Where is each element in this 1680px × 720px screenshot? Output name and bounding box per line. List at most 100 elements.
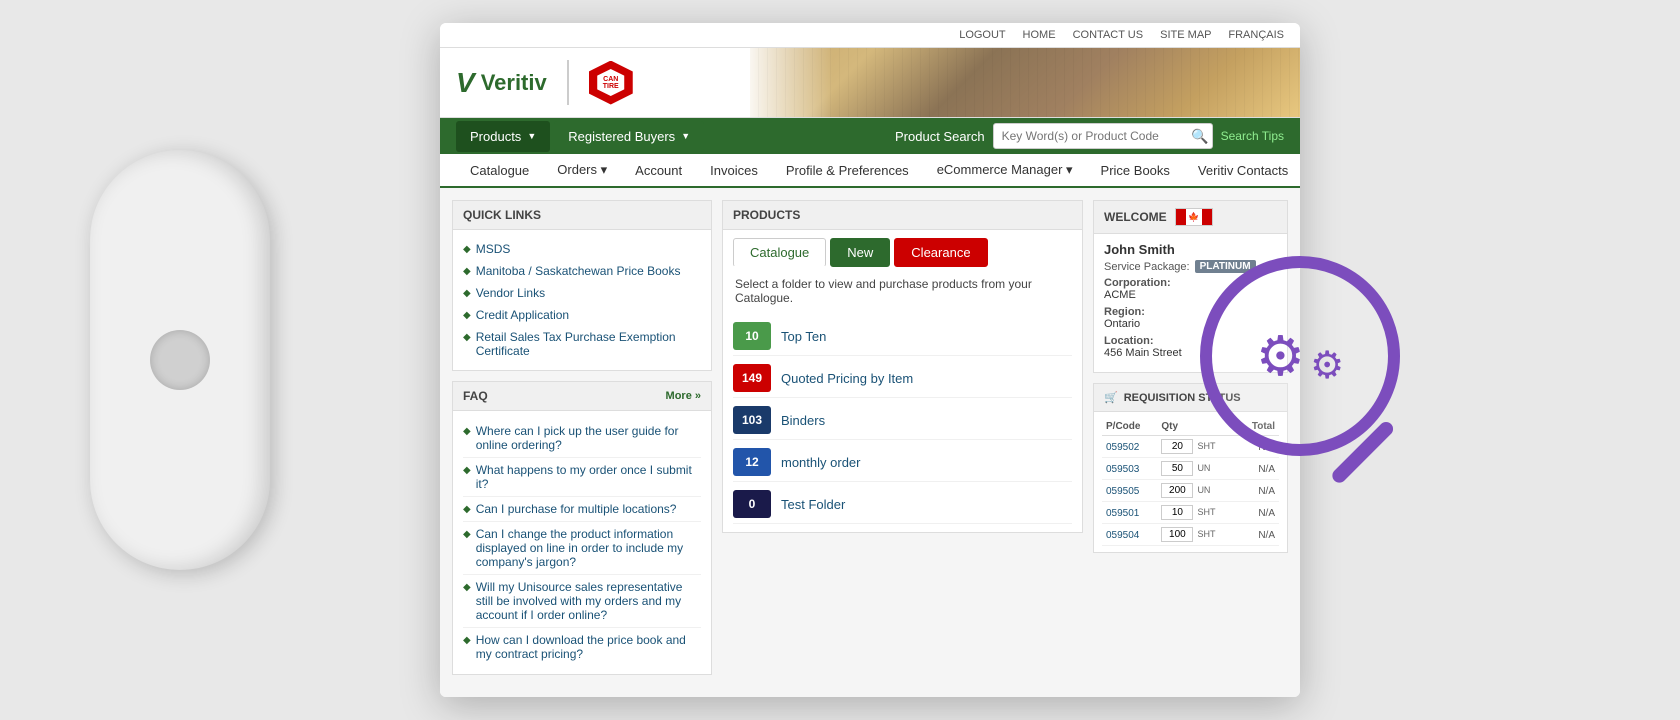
quick-link-credit-text[interactable]: Credit Application [476,308,569,322]
faq-item-3-text[interactable]: Can I purchase for multiple locations? [476,502,677,516]
folder-name-monthly[interactable]: monthly order [781,455,860,470]
qty-input-4[interactable] [1161,527,1193,542]
paper-roll-decoration [90,150,270,570]
unit-label-4: SHT [1197,529,1215,539]
canada-flag-icon: 🍁 [1175,208,1213,226]
canadian-tire-logo: CANTIRE [589,61,633,105]
products-description: Select a folder to view and purchase pro… [733,277,1072,305]
search-input[interactable] [993,123,1213,149]
francais-link[interactable]: FRANÇAIS [1228,29,1284,41]
pcode-link-2[interactable]: 059505 [1106,486,1139,497]
faq-more-link[interactable]: More » [666,390,701,402]
products-body: Catalogue New Clearance Select a folder … [723,230,1082,532]
faq-header: FAQ More » [453,382,711,411]
table-row: 059504 SHT N/A [1102,524,1279,546]
nav-orders[interactable]: Orders ▾ [543,154,621,186]
faq-item-5[interactable]: ◆ Will my Unisource sales representative… [463,575,701,628]
quick-links-box: QUICK LINKS ◆ MSDS ◆ Manitoba / Saskatch… [452,200,712,371]
nav-profile-preferences[interactable]: Profile & Preferences [772,155,923,186]
veritiv-logo[interactable]: V Veritiv [456,67,547,99]
nav-account[interactable]: Account [621,155,696,186]
pcode-link-3[interactable]: 059501 [1106,508,1139,519]
user-name: John Smith [1104,242,1277,257]
tab-catalogue[interactable]: Catalogue [733,238,826,267]
nav-price-books[interactable]: Price Books [1087,155,1184,186]
pcode-link-0[interactable]: 059502 [1106,442,1139,453]
site-header: V Veritiv CANTIRE [440,48,1300,118]
site-map-link[interactable]: SITE MAP [1160,29,1211,41]
tab-new[interactable]: New [830,238,890,267]
quick-link-retail-tax[interactable]: ◆ Retail Sales Tax Purchase Exemption Ce… [463,326,701,362]
total-4: N/A [1258,530,1275,541]
pcode-link-4[interactable]: 059504 [1106,530,1139,541]
search-label: Product Search [895,129,985,144]
col-pcode: P/Code [1102,418,1157,436]
nav-invoices[interactable]: Invoices [696,155,772,186]
content-area: QUICK LINKS ◆ MSDS ◆ Manitoba / Saskatch… [440,188,1300,697]
faq-body: ◆ Where can I pick up the user guide for… [453,411,711,674]
faq-item-3[interactable]: ◆ Can I purchase for multiple locations? [463,497,701,522]
folder-quoted-pricing[interactable]: 149 Quoted Pricing by Item [733,359,1072,398]
faq-item-6[interactable]: ◆ How can I download the price book and … [463,628,701,666]
bullet-icon: ◆ [463,582,471,593]
folder-badge-quoted: 149 [733,364,771,392]
search-tips-link[interactable]: Search Tips [1221,129,1284,143]
tab-clearance[interactable]: Clearance [894,238,987,267]
products-header: PRODUCTS [723,201,1082,230]
faq-item-4-text[interactable]: Can I change the product information dis… [476,527,701,569]
logout-link[interactable]: LOGOUT [959,29,1005,41]
nav-veritiv-contacts[interactable]: Veritiv Contacts [1184,155,1300,186]
service-label: Service Package: [1104,261,1190,273]
quick-link-credit-app[interactable]: ◆ Credit Application [463,304,701,326]
magnifier-handle [1329,419,1395,485]
quick-link-mb-price-books[interactable]: ◆ Manitoba / Saskatchewan Price Books [463,260,701,282]
welcome-header: WELCOME 🍁 [1094,201,1287,234]
utility-nav: LOGOUT HOME CONTACT US SITE MAP FRANÇAIS [440,23,1300,48]
folder-binders[interactable]: 103 Binders [733,401,1072,440]
search-icon-button[interactable]: 🔍 [1191,128,1208,145]
folder-test[interactable]: 0 Test Folder [733,485,1072,524]
folder-name-test[interactable]: Test Folder [781,497,845,512]
products-box: PRODUCTS Catalogue New Clearance Select … [722,200,1083,533]
quick-link-vendor-text[interactable]: Vendor Links [476,286,545,300]
qty-input-0[interactable] [1161,439,1193,454]
folder-name-binders[interactable]: Binders [781,413,825,428]
quick-link-retail-text[interactable]: Retail Sales Tax Purchase Exemption Cert… [476,330,701,358]
faq-item-6-text[interactable]: How can I download the price book and my… [476,633,701,661]
secondary-navigation: Catalogue Orders ▾ Account Invoices Prof… [440,154,1300,188]
registered-buyers-nav-button[interactable]: Registered Buyers ▼ [554,121,704,152]
bullet-icon: ◆ [463,244,471,255]
products-nav-button[interactable]: Products ▼ [456,121,550,152]
faq-item-1[interactable]: ◆ Where can I pick up the user guide for… [463,419,701,458]
faq-item-4[interactable]: ◆ Can I change the product information d… [463,522,701,575]
faq-item-5-text[interactable]: Will my Unisource sales representative s… [476,580,701,622]
nav-ecommerce-manager[interactable]: eCommerce Manager ▾ [923,154,1087,186]
pcode-link-1[interactable]: 059503 [1106,464,1139,475]
quick-link-msds-text[interactable]: MSDS [476,242,511,256]
folder-monthly-order[interactable]: 12 monthly order [733,443,1072,482]
home-link[interactable]: HOME [1023,29,1056,41]
nav-catalogue[interactable]: Catalogue [456,155,543,186]
faq-item-1-text[interactable]: Where can I pick up the user guide for o… [476,424,701,452]
faq-box: FAQ More » ◆ Where can I pick up the use… [452,381,712,675]
faq-item-2[interactable]: ◆ What happens to my order once I submit… [463,458,701,497]
main-navigation: Products ▼ Registered Buyers ▼ Product S… [440,118,1300,154]
gears-icon: ⚙ ⚙ [1256,324,1344,388]
folder-name-quoted[interactable]: Quoted Pricing by Item [781,371,913,386]
qty-input-1[interactable] [1161,461,1193,476]
folder-top-ten[interactable]: 10 Top Ten [733,317,1072,356]
cart-icon: 🛒 [1104,391,1118,404]
quick-link-mb-text[interactable]: Manitoba / Saskatchewan Price Books [476,264,681,278]
folder-badge-test: 0 [733,490,771,518]
qty-input-3[interactable] [1161,505,1193,520]
registered-buyers-chevron-icon: ▼ [681,131,690,141]
quick-link-msds[interactable]: ◆ MSDS [463,238,701,260]
quick-link-vendor-links[interactable]: ◆ Vendor Links [463,282,701,304]
folder-name-top-ten[interactable]: Top Ten [781,329,826,344]
qty-input-2[interactable] [1161,483,1193,498]
contact-us-link[interactable]: CONTACT US [1073,29,1144,41]
header-banner [750,48,1300,117]
bullet-icon: ◆ [463,288,471,299]
faq-item-2-text[interactable]: What happens to my order once I submit i… [476,463,701,491]
magnifier-circle: ⚙ ⚙ [1200,256,1400,456]
